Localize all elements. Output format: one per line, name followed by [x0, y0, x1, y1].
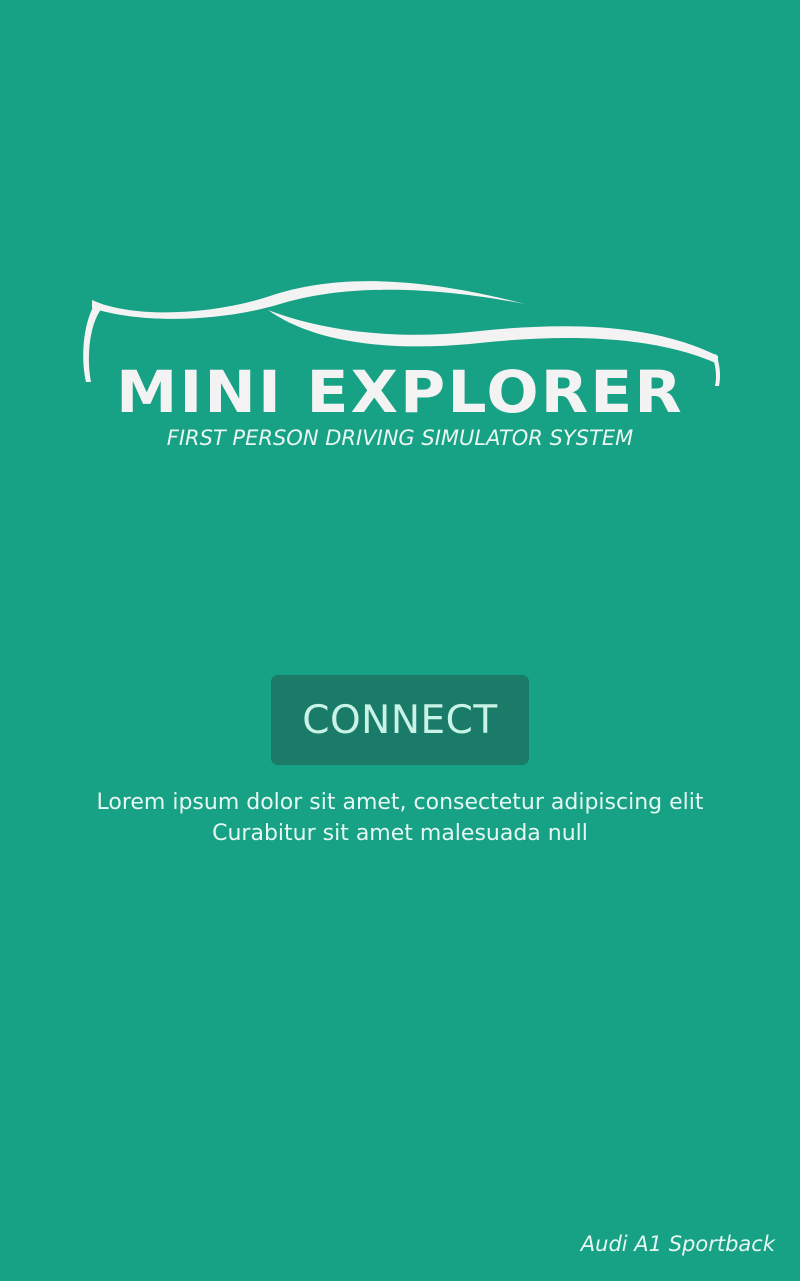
connect-button[interactable]: CONNECT: [271, 675, 529, 765]
logo-title: MINI EXPLORER: [116, 358, 684, 426]
app-logo: MINI EXPLORER FIRST PERSON DRIVING SIMUL…: [0, 260, 800, 460]
logo-subtitle: FIRST PERSON DRIVING SIMULATOR SYSTEM: [166, 426, 634, 450]
splash-screen: MINI EXPLORER FIRST PERSON DRIVING SIMUL…: [0, 0, 800, 1281]
description-line: Curabitur sit amet malesuada null: [212, 821, 588, 846]
description-text: Lorem ipsum dolor sit amet, consectetur …: [0, 787, 800, 849]
description-line: Lorem ipsum dolor sit amet, consectetur …: [96, 790, 704, 815]
car-model-label: Audi A1 Sportback: [580, 1232, 775, 1256]
